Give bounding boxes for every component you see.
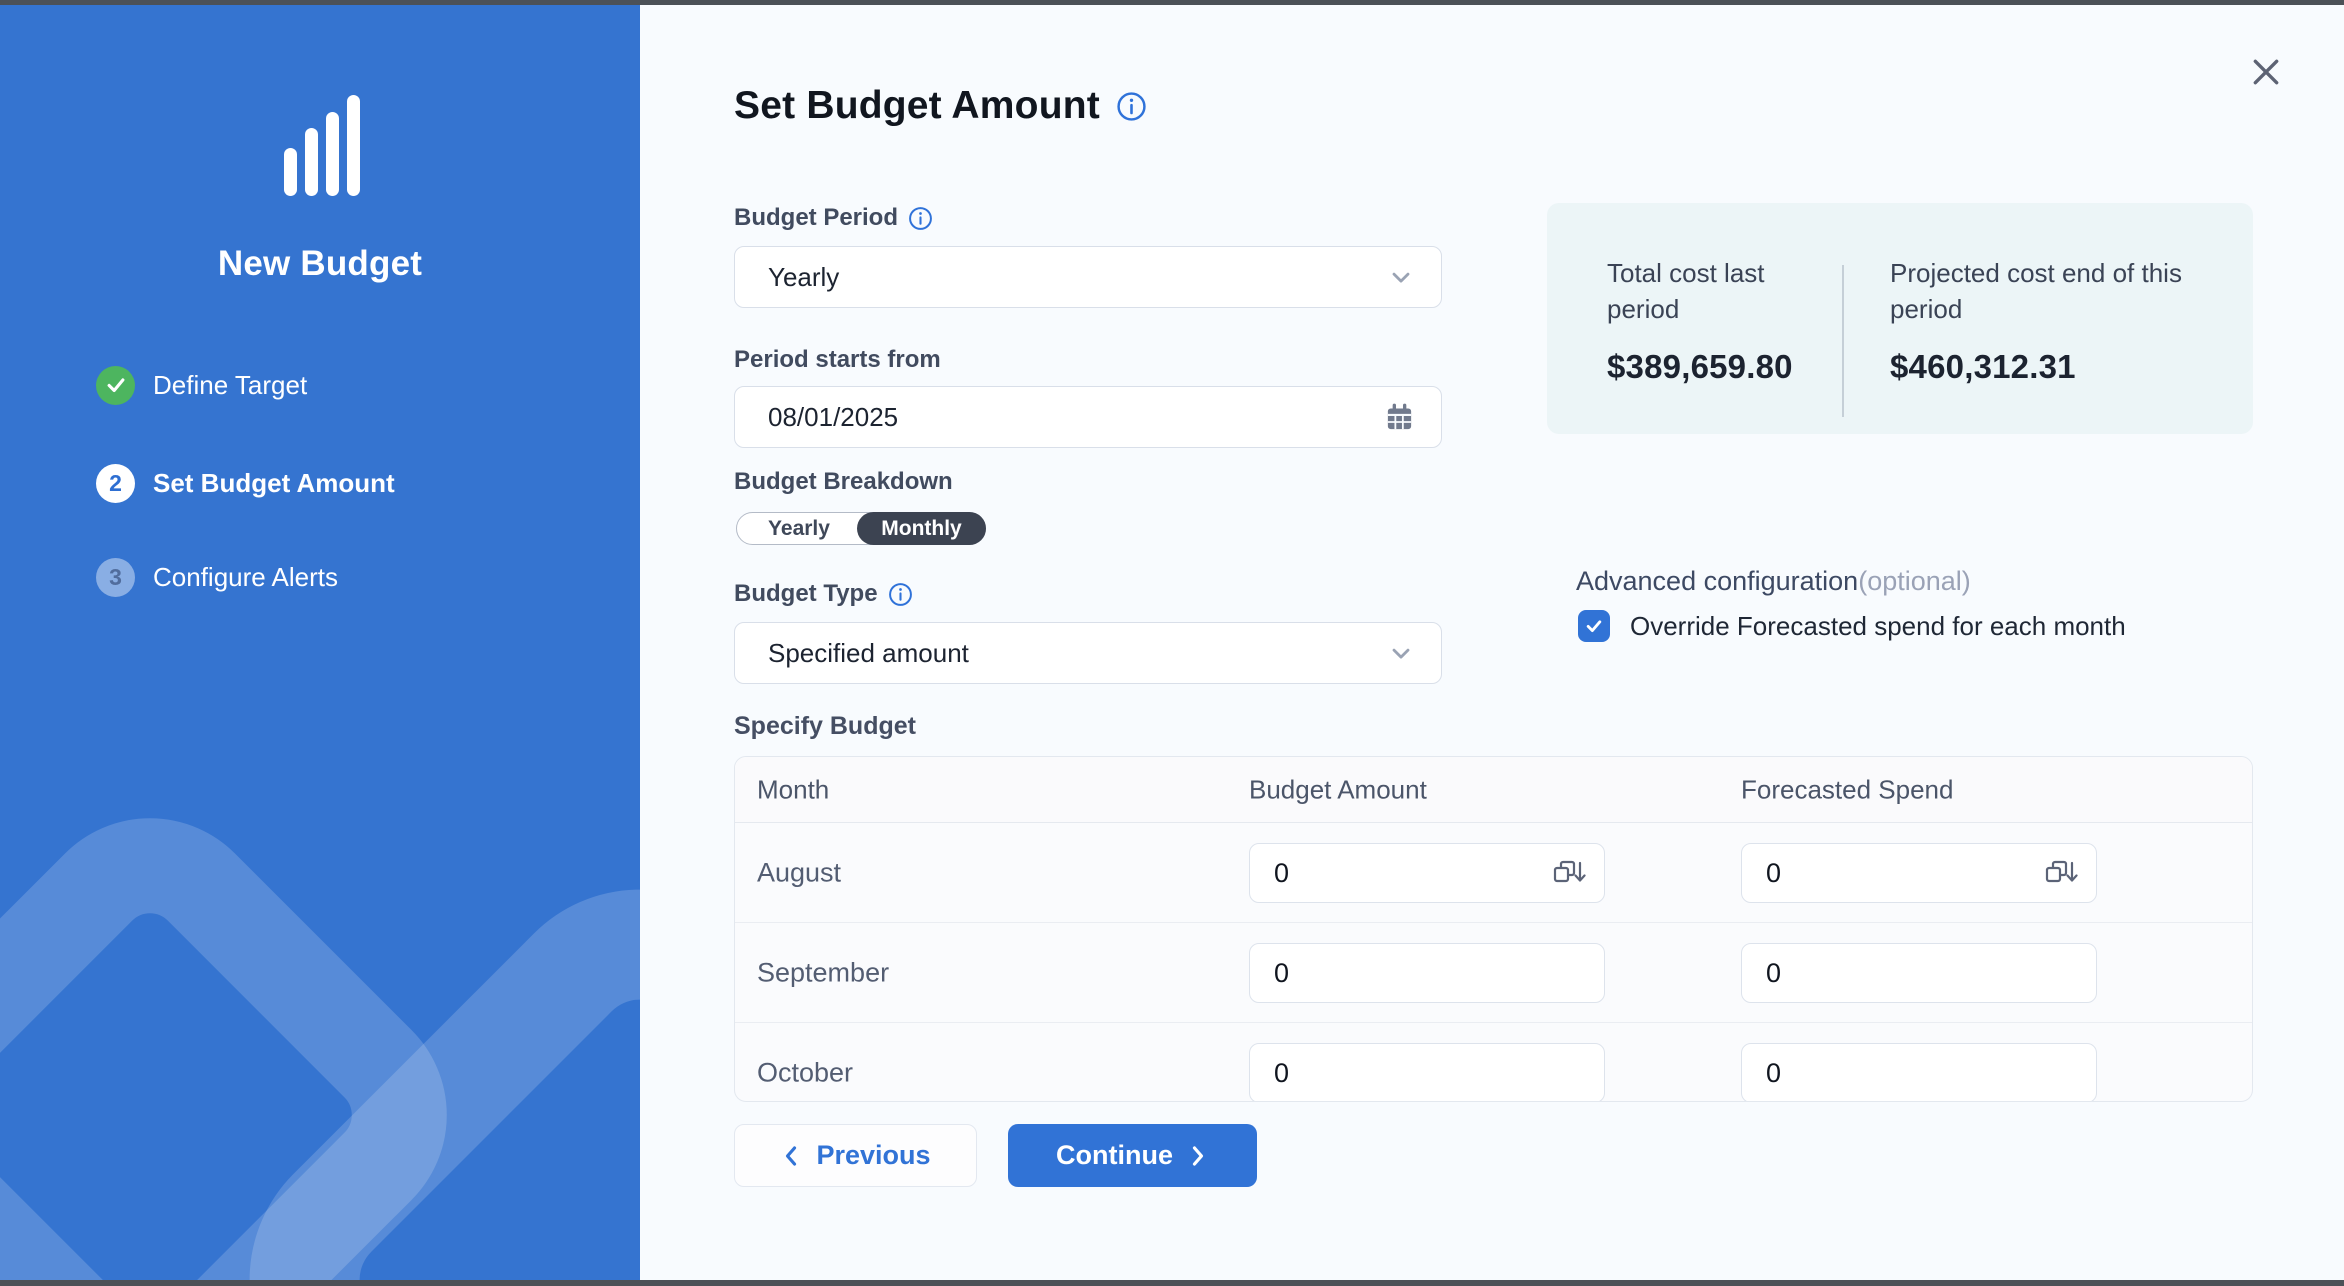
bar-chart-logo-icon — [284, 95, 364, 196]
toggle-option-monthly[interactable]: Monthly — [857, 512, 986, 545]
cost-summary-panel: Total cost last period $389,659.80 Proje… — [1547, 203, 2253, 434]
continue-button-label: Continue — [1056, 1140, 1173, 1171]
checkbox-checked-icon[interactable] — [1578, 610, 1610, 642]
step-label: Define Target — [153, 370, 307, 401]
budget-period-label: Budget Period — [734, 204, 933, 232]
budget-breakdown-label: Budget Breakdown — [734, 468, 953, 496]
forecasted-spend-input[interactable] — [1741, 843, 2097, 903]
forecasted-spend-field[interactable] — [1766, 1058, 2078, 1089]
total-cost-label: Total cost last period — [1607, 255, 1832, 327]
label-text: Period starts from — [734, 346, 941, 374]
month-cell: September — [757, 957, 889, 988]
optional-text: (optional) — [1858, 566, 1971, 596]
advanced-title-text: Advanced configuration — [1576, 566, 1858, 596]
budget-amount-field[interactable] — [1274, 958, 1586, 989]
period-starts-from-input[interactable] — [734, 386, 1442, 448]
specify-budget-label: Specify Budget — [734, 712, 916, 741]
budget-type-label: Budget Type — [734, 580, 913, 608]
budget-type-value: Specified amount — [768, 638, 1387, 669]
budget-amount-field[interactable] — [1274, 858, 1552, 889]
step-label: Configure Alerts — [153, 562, 338, 593]
forecasted-spend-field[interactable] — [1766, 958, 2078, 989]
new-budget-modal: New Budget Define Target 2 Set Budget Am… — [0, 0, 2344, 1286]
advanced-configuration-title: Advanced configuration(optional) — [1576, 566, 1971, 597]
month-cell: August — [757, 857, 841, 888]
column-header-month: Month — [757, 774, 829, 805]
main-panel: Set Budget Amount Budget Period Yearly P… — [640, 0, 2344, 1286]
total-cost-value: $389,659.80 — [1607, 348, 1832, 386]
projected-cost-block: Projected cost end of this period $460,3… — [1890, 255, 2220, 386]
forecasted-spend-input[interactable] — [1741, 943, 2097, 1003]
budget-amount-input[interactable] — [1249, 843, 1605, 903]
budget-breakdown-toggle[interactable]: Yearly Monthly — [736, 512, 986, 545]
step-number-badge: 2 — [96, 464, 135, 503]
step-complete-check-icon — [96, 366, 135, 405]
chevron-left-icon — [780, 1143, 802, 1169]
chevron-down-icon — [1387, 263, 1415, 291]
continue-button[interactable]: Continue — [1008, 1124, 1257, 1187]
step-number-badge: 3 — [96, 558, 135, 597]
previous-button-label: Previous — [816, 1140, 930, 1171]
copy-down-icon[interactable] — [2044, 859, 2078, 887]
chevron-right-icon — [1187, 1143, 1209, 1169]
sidebar-step-configure-alerts[interactable]: 3 Configure Alerts — [96, 557, 338, 597]
month-cell: October — [757, 1058, 853, 1089]
specify-budget-table: Month Budget Amount Forecasted Spend Aug… — [734, 756, 2253, 1102]
column-header-budget-amount: Budget Amount — [1249, 774, 1427, 805]
calendar-icon[interactable] — [1384, 402, 1415, 433]
override-forecast-checkbox-row[interactable]: Override Forecasted spend for each month — [1578, 610, 2126, 642]
label-text: Budget Period — [734, 204, 898, 232]
toggle-option-yearly[interactable]: Yearly — [737, 513, 861, 544]
checkbox-label: Override Forecasted spend for each month — [1630, 611, 2126, 642]
budget-period-select[interactable]: Yearly — [734, 246, 1442, 308]
copy-down-icon[interactable] — [1552, 859, 1586, 887]
column-header-forecasted-spend: Forecasted Spend — [1741, 774, 1953, 805]
total-cost-block: Total cost last period $389,659.80 — [1607, 255, 1832, 386]
projected-cost-value: $460,312.31 — [1890, 348, 2220, 386]
period-starts-from-label: Period starts from — [734, 346, 941, 374]
info-icon[interactable] — [1116, 91, 1147, 122]
chevron-down-icon — [1387, 639, 1415, 667]
budget-amount-input[interactable] — [1249, 943, 1605, 1003]
window-bottom-edge — [0, 1280, 2344, 1286]
projected-cost-label: Projected cost end of this period — [1890, 255, 2220, 327]
budget-type-select[interactable]: Specified amount — [734, 622, 1442, 684]
budget-period-value: Yearly — [768, 262, 1387, 293]
info-icon[interactable] — [908, 206, 933, 231]
forecasted-spend-field[interactable] — [1766, 858, 2044, 889]
info-icon[interactable] — [888, 582, 913, 607]
table-row-august: August — [735, 823, 2252, 923]
page-header: Set Budget Amount — [734, 84, 1147, 128]
close-icon[interactable] — [2246, 52, 2286, 92]
window-top-edge — [0, 0, 2344, 5]
sidebar-step-define-target[interactable]: Define Target — [96, 365, 307, 405]
summary-divider — [1842, 265, 1844, 417]
step-label: Set Budget Amount — [153, 468, 395, 499]
label-text: Budget Type — [734, 580, 878, 608]
forecasted-spend-input[interactable] — [1741, 1043, 2097, 1102]
table-row-september: September — [735, 923, 2252, 1023]
sidebar-step-set-budget-amount[interactable]: 2 Set Budget Amount — [96, 463, 395, 503]
table-header-row: Month Budget Amount Forecasted Spend — [735, 757, 2252, 823]
date-field[interactable] — [768, 402, 1384, 433]
budget-amount-input[interactable] — [1249, 1043, 1605, 1102]
wizard-sidebar: New Budget Define Target 2 Set Budget Am… — [0, 0, 640, 1286]
previous-button[interactable]: Previous — [734, 1124, 977, 1187]
wizard-title: New Budget — [0, 244, 640, 284]
budget-amount-field[interactable] — [1274, 1058, 1586, 1089]
page-title: Set Budget Amount — [734, 84, 1100, 128]
label-text: Budget Breakdown — [734, 468, 953, 496]
table-row-october: October — [735, 1023, 2252, 1102]
